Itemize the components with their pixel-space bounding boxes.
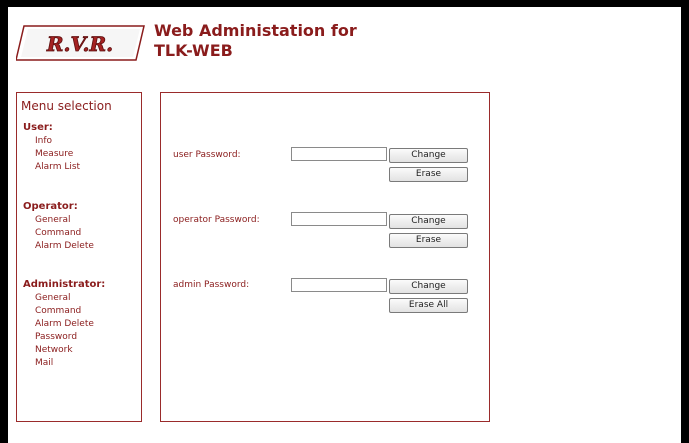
menu-section-administrator: Administrator: (23, 279, 106, 290)
page-title-line2: TLK-WEB (154, 41, 233, 60)
menu-panel: Menu selection User: Info Measure Alarm … (16, 92, 142, 422)
page-title: Web Administation for TLK-WEB (154, 21, 357, 61)
menu-item-operator-alarm-delete[interactable]: Alarm Delete (35, 241, 94, 251)
menu-item-admin-password[interactable]: Password (35, 332, 77, 342)
page-title-line1: Web Administation for (154, 21, 357, 40)
menu-title: Menu selection (21, 99, 112, 113)
menu-item-operator-command[interactable]: Command (35, 228, 81, 238)
menu-item-operator-general[interactable]: General (35, 215, 70, 225)
user-password-label: user Password: (173, 150, 241, 160)
operator-erase-button[interactable]: Erase (389, 233, 468, 248)
password-panel: user Password: Change Erase operator Pas… (160, 92, 490, 422)
admin-change-button[interactable]: Change (389, 279, 468, 294)
menu-item-user-measure[interactable]: Measure (35, 149, 73, 159)
menu-item-user-alarm-list[interactable]: Alarm List (35, 162, 80, 172)
user-erase-button[interactable]: Erase (389, 167, 468, 182)
menu-item-admin-mail[interactable]: Mail (35, 358, 53, 368)
frame-top (0, 0, 689, 7)
frame-right (681, 0, 689, 443)
operator-password-input[interactable] (291, 212, 387, 226)
rvr-logo: R.V.R. (16, 25, 145, 61)
menu-section-user: User: (23, 122, 53, 133)
operator-password-label: operator Password: (173, 215, 260, 225)
admin-password-input[interactable] (291, 278, 387, 292)
menu-section-operator: Operator: (23, 201, 78, 212)
menu-item-admin-general[interactable]: General (35, 293, 70, 303)
menu-item-admin-network[interactable]: Network (35, 345, 73, 355)
user-password-input[interactable] (291, 147, 387, 161)
user-change-button[interactable]: Change (389, 148, 468, 163)
menu-item-user-info[interactable]: Info (35, 136, 52, 146)
frame-left (0, 0, 8, 443)
menu-item-admin-command[interactable]: Command (35, 306, 81, 316)
menu-item-admin-alarm-delete[interactable]: Alarm Delete (35, 319, 94, 329)
admin-erase-all-button[interactable]: Erase All (389, 298, 468, 313)
admin-password-label: admin Password: (173, 280, 250, 290)
operator-change-button[interactable]: Change (389, 214, 468, 229)
svg-text:R.V.R.: R.V.R. (46, 32, 113, 56)
